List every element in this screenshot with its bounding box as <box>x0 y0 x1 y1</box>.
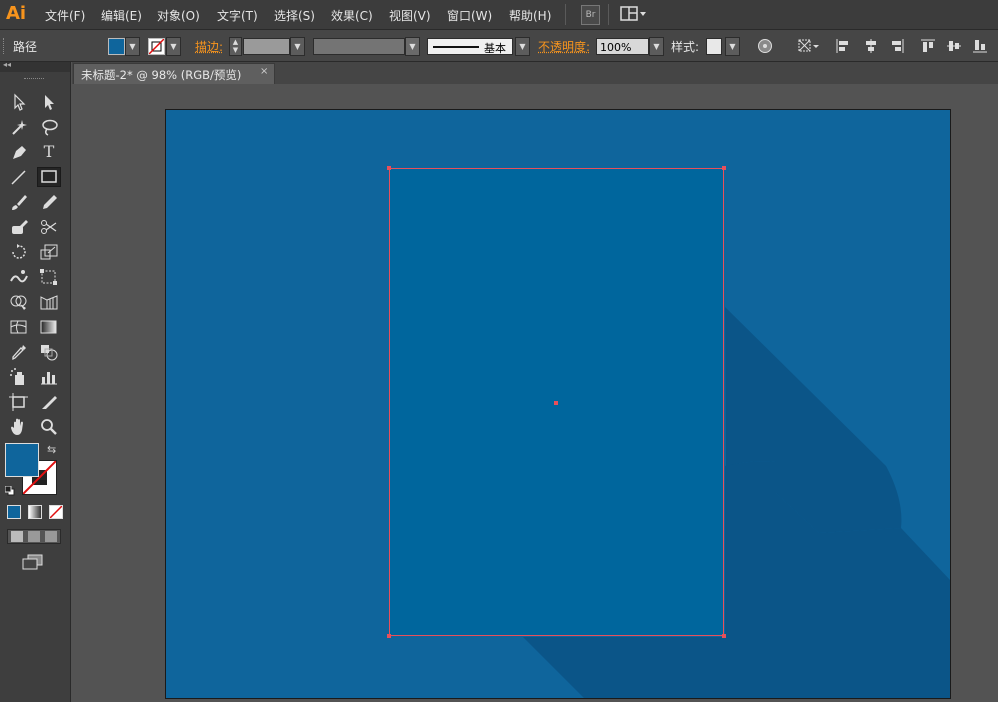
brush-dropdown[interactable]: ▼ <box>515 37 530 56</box>
document-tab-title: 未标题-2* @ 98% (RGB/预览) <box>81 68 242 82</box>
color-mode-button[interactable] <box>7 505 21 519</box>
shape-builder-tool[interactable] <box>8 292 30 312</box>
column-graph-tool[interactable] <box>38 367 60 387</box>
fill-dropdown-arrow[interactable]: ▼ <box>125 37 140 56</box>
selection-handle[interactable] <box>387 166 391 170</box>
app-logo: Ai <box>6 3 27 24</box>
graphic-style-dropdown[interactable]: ▼ <box>725 37 740 56</box>
opacity-input[interactable]: 100% <box>596 38 649 55</box>
scale-tool[interactable] <box>38 242 60 262</box>
align-top-icon[interactable] <box>920 38 936 54</box>
opacity-label[interactable]: 不透明度: <box>538 38 590 55</box>
panel-grip[interactable] <box>3 38 7 54</box>
menu-separator <box>608 4 609 25</box>
tools-panel-header[interactable]: ◂◂ <box>0 60 70 79</box>
menu-effect[interactable]: 效果(C) <box>331 7 373 24</box>
menu-bar <box>0 0 998 30</box>
rotate-tool[interactable] <box>8 242 30 262</box>
menu-type[interactable]: 文字(T) <box>217 7 258 24</box>
none-icon <box>49 505 63 519</box>
zoom-tool[interactable] <box>38 417 60 437</box>
draw-normal-icon[interactable] <box>11 531 23 542</box>
eyedropper-tool[interactable] <box>8 342 30 362</box>
variable-width-profile[interactable] <box>313 38 405 55</box>
object-type-label: 路径 <box>13 40 38 54</box>
style-label: 样式: <box>671 40 700 54</box>
fill-swatch[interactable] <box>108 38 125 55</box>
align-horizontal-center-icon[interactable] <box>863 38 879 54</box>
pencil-tool[interactable] <box>38 192 60 212</box>
blob-brush-tool[interactable] <box>8 217 30 237</box>
symbol-sprayer-tool[interactable] <box>8 367 30 387</box>
mesh-tool[interactable] <box>8 317 30 337</box>
menu-file[interactable]: 文件(F) <box>45 7 85 24</box>
align-right-icon[interactable] <box>889 38 905 54</box>
drawing-modes <box>7 529 61 544</box>
fill-box[interactable] <box>5 443 39 477</box>
scissors-tool[interactable] <box>38 217 60 237</box>
stroke-weight-input[interactable] <box>243 38 290 55</box>
menu-help[interactable]: 帮助(H) <box>509 7 551 24</box>
slice-tool[interactable] <box>38 392 60 412</box>
panel-grip <box>24 78 44 81</box>
rectangle-tool[interactable] <box>37 167 61 187</box>
align-bottom-icon[interactable] <box>972 38 988 54</box>
gradient-tool[interactable] <box>38 317 60 337</box>
menu-object[interactable]: 对象(O) <box>157 7 200 24</box>
menu-separator <box>565 4 566 25</box>
brush-name: 基本 <box>484 42 506 55</box>
gradient-mode-button[interactable] <box>28 505 42 519</box>
opacity-dropdown[interactable]: ▼ <box>649 37 664 56</box>
center-point[interactable] <box>554 401 558 405</box>
free-transform-tool[interactable] <box>38 267 60 287</box>
blend-tool[interactable] <box>38 342 60 362</box>
pen-tool[interactable] <box>8 142 30 162</box>
warp-tool[interactable] <box>8 267 30 287</box>
bridge-button[interactable]: Br <box>581 5 600 25</box>
menu-window[interactable]: 窗口(W) <box>447 7 492 24</box>
paintbrush-tool[interactable] <box>8 192 30 212</box>
stroke-dropdown-arrow[interactable]: ▼ <box>166 37 181 56</box>
default-colors-icon[interactable] <box>4 485 15 496</box>
variable-width-dropdown[interactable]: ▼ <box>405 37 420 56</box>
line-tool[interactable] <box>8 167 30 187</box>
stroke-swatch[interactable] <box>148 38 165 55</box>
close-tab-icon[interactable]: × <box>260 66 268 77</box>
collapse-panel-icon[interactable]: ◂◂ <box>3 60 11 69</box>
lasso-tool[interactable] <box>38 117 60 137</box>
menu-view[interactable]: 视图(V) <box>389 7 431 24</box>
type-tool[interactable]: T <box>38 142 60 162</box>
stroke-weight-stepper[interactable]: ▲ ▼ <box>229 37 242 56</box>
stroke-label[interactable]: 描边: <box>195 38 223 55</box>
recolor-artwork-icon[interactable] <box>757 38 773 54</box>
layout-icon <box>620 6 646 21</box>
no-stroke-icon <box>148 38 165 55</box>
magic-wand-tool[interactable] <box>8 117 30 137</box>
swap-fill-stroke-icon[interactable]: ⇆ <box>47 443 56 456</box>
align-vertical-center-icon[interactable] <box>946 38 962 54</box>
arrange-documents-button[interactable] <box>620 6 648 22</box>
brush-definition[interactable]: 基本 <box>427 38 513 55</box>
selection-handle[interactable] <box>722 634 726 638</box>
selection-handle[interactable] <box>722 166 726 170</box>
selection-handle[interactable] <box>387 634 391 638</box>
perspective-grid-tool[interactable] <box>38 292 60 312</box>
direct-selection-tool[interactable] <box>38 92 60 112</box>
transform-reference-icon[interactable] <box>797 38 821 54</box>
draw-inside-icon[interactable] <box>45 531 57 542</box>
menu-select[interactable]: 选择(S) <box>274 7 315 24</box>
artboard-tool[interactable] <box>8 392 30 412</box>
none-mode-button[interactable] <box>49 505 63 519</box>
selection-tool[interactable] <box>8 92 30 112</box>
stroke-weight-dropdown[interactable]: ▼ <box>290 37 305 56</box>
stroke-line-preview <box>433 46 479 48</box>
draw-behind-icon[interactable] <box>28 531 40 542</box>
menu-edit[interactable]: 编辑(E) <box>101 7 142 24</box>
graphic-style-swatch[interactable] <box>706 38 722 55</box>
align-left-icon[interactable] <box>835 38 851 54</box>
screen-mode-icon[interactable] <box>22 554 44 570</box>
hand-tool[interactable] <box>8 417 30 437</box>
